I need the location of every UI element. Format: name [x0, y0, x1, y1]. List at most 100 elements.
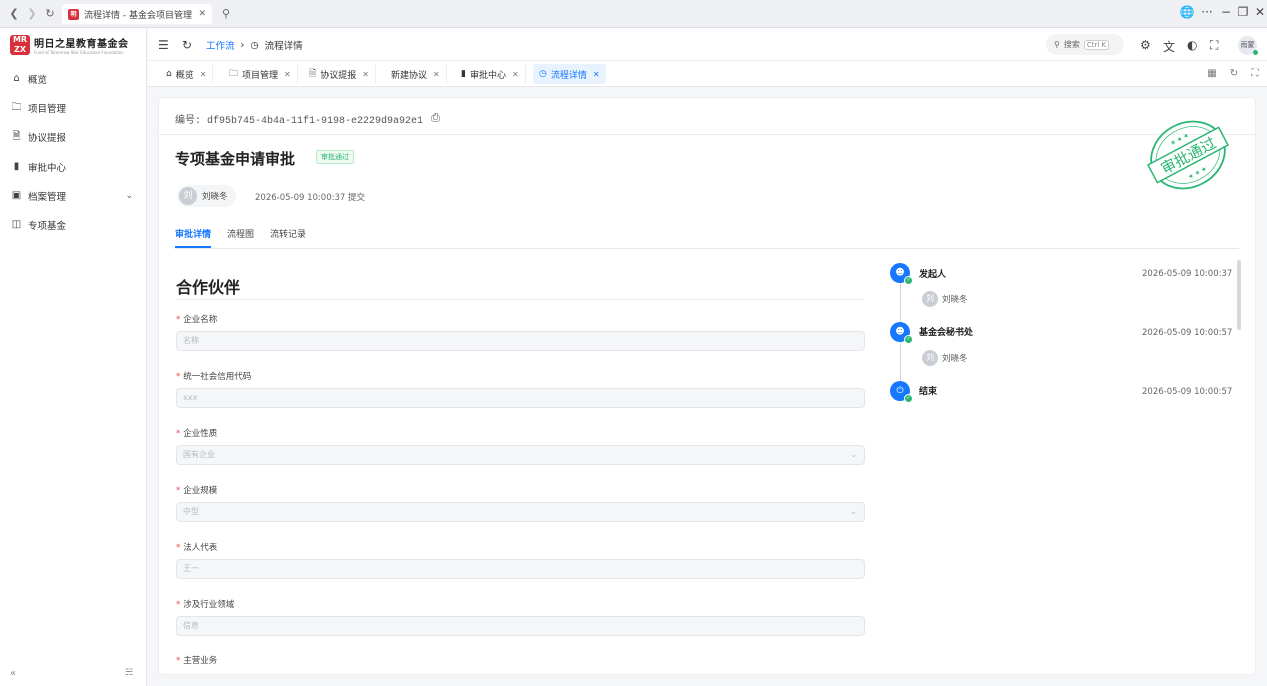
field-label-legal-rep: * 法人代表	[176, 543, 218, 553]
top-header: ☰ ↻ 工作流 › ◷ 流程详情 ⚲ 搜索 Ctrl K ⚙ 文 ◐ ⛶ 雨蒙	[148, 28, 1267, 61]
sidebar-item-label: 协议提报	[28, 132, 67, 144]
timeline-step-time: 2026-05-09 10:00:57	[1142, 328, 1233, 338]
status-badge: 审批通过	[316, 150, 354, 164]
chevron-down-icon: ⌄	[850, 450, 857, 459]
close-icon[interactable]: ✕	[512, 70, 519, 79]
close-icon[interactable]: ✕	[362, 70, 369, 79]
browser-tab-title: 流程详情 - 基金会项目管理系	[84, 10, 194, 21]
search-box[interactable]: ⚲ 搜索 Ctrl K	[1046, 34, 1124, 55]
browser-tab[interactable]: 明 流程详情 - 基金会项目管理系 ✕	[62, 4, 212, 24]
process-detail-card: 编号: df95b745-4b4a-11f1-9198-e2229d9a92e1…	[158, 97, 1256, 675]
tab-new-agreement[interactable]: 新建协议 ✕	[385, 64, 447, 84]
breadcrumb-root[interactable]: 工作流	[206, 38, 235, 52]
user-avatar[interactable]: 雨蒙	[1238, 36, 1258, 55]
tab-approval-details[interactable]: 审批详情	[175, 227, 212, 248]
sidebar-item-overview[interactable]: ⌂ 概览	[0, 64, 147, 93]
tab-label: 新建协议	[391, 70, 428, 81]
home-icon: ⌂	[13, 73, 20, 84]
user-icon: ☻ ✓	[890, 263, 913, 285]
timeline-step-time: 2026-05-09 10:00:57	[1142, 387, 1233, 397]
reload-icon[interactable]: ↻	[42, 6, 58, 22]
breadcrumb-current: 流程详情	[264, 41, 303, 52]
back-icon[interactable]: ❮	[6, 6, 22, 22]
logo-mark: MR ZX	[10, 35, 30, 55]
globe-icon[interactable]: 🌐	[1178, 5, 1196, 19]
field-label-company-name: * 企业名称	[176, 315, 218, 325]
divider	[175, 248, 1239, 249]
sidebar-item-projects[interactable]: 🗀 项目管理	[0, 93, 147, 122]
field-label-credit-code: * 统一社会信用代码	[176, 372, 252, 382]
theme-icon[interactable]: ◐	[1187, 38, 1197, 52]
company-name-input[interactable]: 名称	[176, 331, 865, 351]
tab-flow-chart[interactable]: 流程图	[227, 227, 254, 248]
company-type-value: 国有企业	[183, 450, 215, 459]
refresh-tab-icon[interactable]: ↻	[1225, 66, 1243, 82]
tab-label: 项目管理	[242, 70, 279, 81]
refresh-icon[interactable]: ↻	[182, 38, 192, 52]
menu-icon[interactable]: ☰	[158, 38, 169, 52]
sidebar-item-label: 审批中心	[28, 162, 67, 174]
industry-input[interactable]: 信息	[176, 616, 865, 636]
home-icon: ⌂	[166, 69, 172, 79]
tab-flow-records[interactable]: 流转记录	[270, 227, 306, 248]
breadcrumb: 工作流 › ◷ 流程详情	[206, 38, 303, 53]
tab-label: 审批中心	[469, 70, 506, 81]
scrollbar[interactable]	[1237, 260, 1241, 330]
maximize-icon[interactable]: ⛶	[1246, 66, 1264, 82]
close-window-icon[interactable]: ✕	[1251, 5, 1267, 19]
check-icon: ✓	[904, 335, 913, 344]
submit-time: 2026-05-09 10:00:37 提交	[255, 193, 365, 203]
credit-code-input[interactable]: xxx	[176, 388, 865, 408]
fund-icon: ◫	[11, 219, 22, 230]
close-icon[interactable]: ✕	[433, 70, 440, 79]
collapse-sidebar-icon[interactable]: «	[10, 668, 16, 679]
sidebar: MR ZX 明日之星教育基金会 Fund of Tomorrow Star Ed…	[0, 28, 147, 686]
online-status-dot	[1253, 50, 1258, 55]
clock-icon: ◷	[539, 69, 547, 79]
company-size-select[interactable]: 中型 ⌄	[176, 502, 865, 522]
tab-projects[interactable]: 🗀 项目管理 ✕	[223, 64, 298, 84]
tab-label: 协议提报	[320, 70, 357, 81]
tab-process-detail[interactable]: ◷ 流程详情 ✕	[533, 64, 606, 84]
fullscreen-icon[interactable]: ⛶	[1210, 38, 1218, 53]
sidebar-item-funds[interactable]: ◫ 专项基金	[0, 210, 147, 239]
timeline-step-title: 结束	[919, 387, 938, 397]
minimize-icon[interactable]: −	[1217, 5, 1235, 19]
close-icon[interactable]: ✕	[593, 70, 600, 79]
search-tabs-icon[interactable]: ⚲	[218, 6, 234, 22]
legal-rep-input[interactable]: 王一	[176, 559, 865, 579]
timeline-step-user: 刘 刘晓冬	[922, 291, 968, 307]
print-icon[interactable]: ⎙	[431, 113, 440, 125]
user-icon: ☻ ✓	[890, 322, 913, 344]
tab-agreements[interactable]: 🗎 协议提报 ✕	[303, 64, 376, 84]
sidebar-item-label: 档案管理	[28, 191, 67, 203]
close-tab-icon[interactable]: ✕	[198, 9, 206, 19]
translate-icon[interactable]: 文	[1163, 38, 1175, 55]
search-icon: ⚲	[1054, 40, 1060, 49]
sidebar-item-label: 项目管理	[28, 103, 67, 115]
more-icon[interactable]: ···	[1198, 5, 1216, 19]
timeline-user-name: 刘晓冬	[942, 354, 968, 364]
restore-icon[interactable]: ❐	[1234, 5, 1252, 19]
company-type-select[interactable]: 国有企业 ⌄	[176, 445, 865, 465]
grid-icon[interactable]: ▦	[1203, 66, 1221, 82]
sidebar-item-label: 概览	[28, 74, 48, 86]
close-icon[interactable]: ✕	[284, 70, 291, 79]
tab-approvals[interactable]: ▮ 审批中心 ✕	[455, 64, 526, 84]
field-label-main-business: * 主营业务	[176, 656, 218, 666]
avatar: 刘	[179, 187, 197, 205]
archive-icon: ▣	[11, 190, 22, 201]
detail-tabs: 审批详情 流程图 流转记录	[175, 227, 306, 248]
sidebar-item-approvals[interactable]: ▮ 审批中心	[0, 152, 147, 181]
timeline-connector	[900, 282, 901, 322]
sidebar-item-agreements[interactable]: 🗎 协议提报	[0, 122, 147, 151]
avatar: 刘	[922, 291, 938, 307]
close-icon[interactable]: ✕	[200, 70, 207, 79]
browser-chrome: ❮ ❯ ↻ 明 流程详情 - 基金会项目管理系 ✕ ⚲ 🌐 ··· − ❐ ✕	[0, 0, 1267, 28]
pin-icon[interactable]: ☵	[125, 668, 133, 678]
forward-icon[interactable]: ❯	[24, 6, 40, 22]
sidebar-item-archives[interactable]: ▣ 档案管理 ⌄	[0, 181, 147, 210]
timeline-step-title: 发起人	[919, 270, 947, 280]
tab-overview[interactable]: ⌂ 概览 ✕	[160, 64, 214, 84]
gear-icon[interactable]: ⚙	[1140, 38, 1151, 52]
